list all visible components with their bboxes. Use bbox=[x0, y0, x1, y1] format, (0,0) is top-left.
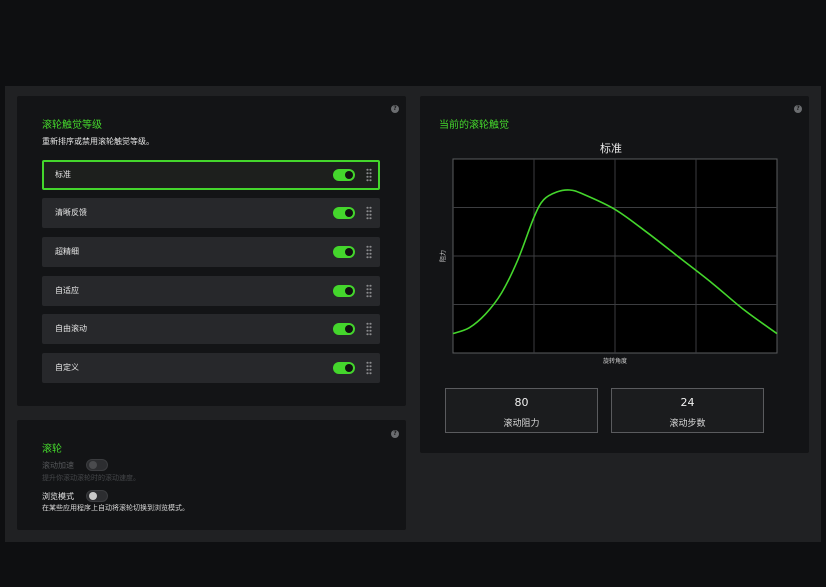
toggle-knob bbox=[345, 171, 353, 179]
drag-handle-icon[interactable] bbox=[366, 206, 372, 220]
haptic-level-row[interactable]: 超精细 bbox=[42, 237, 380, 267]
haptic-level-label: 自定义 bbox=[55, 363, 79, 372]
haptic-level-toggle[interactable] bbox=[333, 169, 355, 181]
browse-mode-description: 在某些应用程序上自动将滚轮切换到浏览模式。 bbox=[42, 504, 189, 512]
drag-handle-icon[interactable] bbox=[366, 284, 372, 298]
haptic-level-toggle[interactable] bbox=[333, 246, 355, 258]
haptic-levels-description: 重新排序或禁用滚轮触觉等级。 bbox=[42, 137, 154, 146]
help-icon[interactable]: ? bbox=[391, 430, 399, 438]
toggle-knob bbox=[345, 209, 353, 217]
scroll-accel-description: 提升你滚动滚轮时的滚动速度。 bbox=[42, 474, 140, 482]
haptic-level-label: 标准 bbox=[55, 170, 71, 179]
haptic-level-row[interactable]: 标准 bbox=[42, 160, 380, 190]
toggle-knob bbox=[89, 461, 97, 469]
toggle-knob bbox=[345, 287, 353, 295]
help-icon[interactable]: ? bbox=[794, 105, 802, 113]
haptic-level-toggle[interactable] bbox=[333, 362, 355, 374]
haptic-level-label: 自适应 bbox=[55, 286, 79, 295]
drag-handle-icon[interactable] bbox=[366, 245, 372, 259]
chart-title: 标准 bbox=[600, 141, 622, 155]
stat-label: 滚动步数 bbox=[669, 419, 706, 429]
haptic-level-label: 超精细 bbox=[55, 247, 79, 256]
toggle-knob bbox=[89, 492, 97, 500]
wheel-title: 滚轮 bbox=[42, 444, 62, 455]
scroll-accel-label: 滚动加速 bbox=[42, 461, 74, 470]
chart-y-axis-label: 阻力 bbox=[439, 250, 447, 262]
haptic-level-label: 自由滚动 bbox=[55, 324, 87, 333]
chart-x-axis-label: 旋转角度 bbox=[603, 357, 627, 365]
help-icon[interactable]: ? bbox=[391, 105, 399, 113]
toggle-knob bbox=[345, 364, 353, 372]
stat-box: 80 滚动阻力 bbox=[445, 388, 598, 433]
haptic-level-label: 清晰反馈 bbox=[55, 208, 87, 217]
stat-value: 80 bbox=[514, 396, 529, 409]
drag-handle-icon[interactable] bbox=[366, 168, 372, 182]
stat-value: 24 bbox=[680, 396, 695, 409]
stat-label: 滚动阻力 bbox=[503, 419, 540, 429]
current-haptics-title: 当前的滚轮触觉 bbox=[439, 120, 509, 131]
toggle-knob bbox=[345, 248, 353, 256]
haptic-levels-title: 滚轮触觉等级 bbox=[42, 120, 102, 131]
haptic-level-row[interactable]: 自由滚动 bbox=[42, 314, 380, 344]
stat-box: 24 滚动步数 bbox=[611, 388, 764, 433]
haptic-level-row[interactable]: 自适应 bbox=[42, 276, 380, 306]
haptic-level-toggle[interactable] bbox=[333, 285, 355, 297]
haptic-level-toggle[interactable] bbox=[333, 207, 355, 219]
haptic-level-toggle[interactable] bbox=[333, 323, 355, 335]
drag-handle-icon[interactable] bbox=[366, 322, 372, 336]
browse-mode-toggle[interactable] bbox=[86, 490, 108, 502]
haptic-level-row[interactable]: 清晰反馈 bbox=[42, 198, 380, 228]
haptic-curve-chart: 标准 旋转角度 阻力 bbox=[439, 141, 778, 365]
drag-handle-icon[interactable] bbox=[366, 361, 372, 375]
haptic-level-row[interactable]: 自定义 bbox=[42, 353, 380, 383]
toggle-knob bbox=[345, 325, 353, 333]
scroll-accel-toggle[interactable] bbox=[86, 459, 108, 471]
browse-mode-label: 浏览模式 bbox=[42, 492, 74, 501]
